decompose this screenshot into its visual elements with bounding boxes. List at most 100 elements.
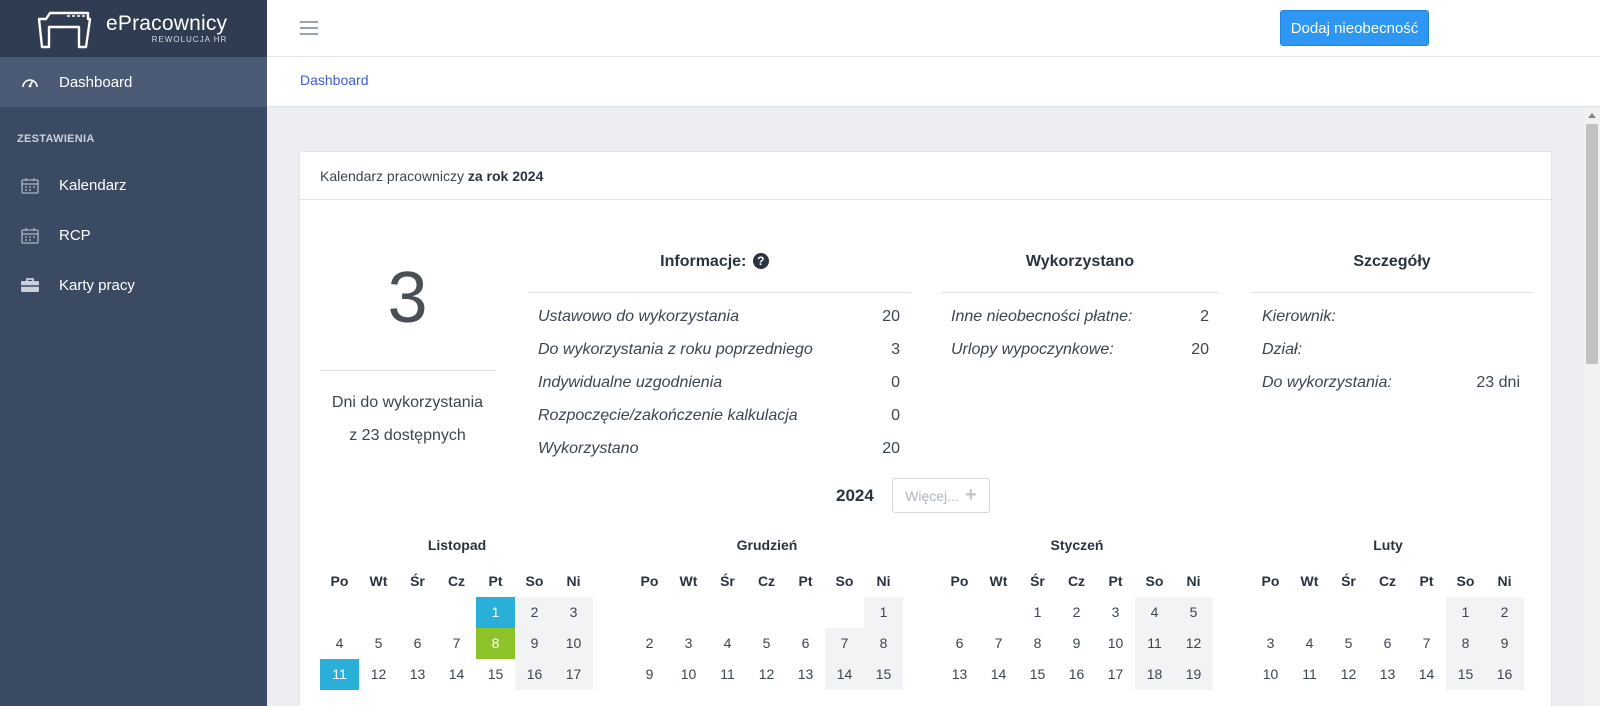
calendar-day[interactable]: 13 xyxy=(398,659,437,690)
sidebar: ePracownicy REWOLUCJA HR Dashboard ZESTA… xyxy=(0,0,267,706)
calendar-day[interactable]: 3 xyxy=(669,628,708,659)
calendar-day[interactable]: 11 xyxy=(708,659,747,690)
calendar-day[interactable]: 5 xyxy=(1174,597,1213,628)
calendar-day[interactable]: 5 xyxy=(359,628,398,659)
calendar-day[interactable]: 9 xyxy=(630,659,669,690)
divider xyxy=(528,292,911,293)
calendar-day[interactable]: 5 xyxy=(747,628,786,659)
weekday-header: Cz xyxy=(1378,573,1397,589)
calendar-day[interactable]: 9 xyxy=(515,628,554,659)
calendar-day[interactable]: 14 xyxy=(979,659,1018,690)
scrollbar-thumb[interactable] xyxy=(1586,124,1598,364)
brand[interactable]: ePracownicy REWOLUCJA HR xyxy=(0,0,267,57)
sidebar-item-karty-pracy[interactable]: Karty pracy xyxy=(0,260,267,310)
calendar-day[interactable]: 10 xyxy=(1251,659,1290,690)
calendar-day[interactable]: 2 xyxy=(1057,597,1096,628)
calendar-day[interactable]: 8 xyxy=(476,628,515,659)
calendar-day[interactable]: 15 xyxy=(1018,659,1057,690)
calendar-day[interactable]: 4 xyxy=(708,628,747,659)
calendar-day[interactable]: 7 xyxy=(437,628,476,659)
calendar-day[interactable]: 8 xyxy=(864,628,903,659)
info-label: Indywidualne uzgodnienia xyxy=(538,374,723,391)
weekday-header: Ni xyxy=(566,573,581,589)
calendar-empty-cell xyxy=(1368,597,1407,628)
calendar-day[interactable]: 2 xyxy=(1485,597,1524,628)
calendar-day[interactable]: 11 xyxy=(320,659,359,690)
calendar-day[interactable]: 7 xyxy=(825,628,864,659)
calendar-day[interactable]: 7 xyxy=(1407,628,1446,659)
calendar-day[interactable]: 15 xyxy=(476,659,515,690)
calendar-day[interactable]: 12 xyxy=(1174,628,1213,659)
calendar-day[interactable]: 17 xyxy=(1096,659,1135,690)
used-label: Inne nieobecności płatne: xyxy=(951,308,1133,325)
days-left-caption-line1: Dni do wykorzystania xyxy=(331,394,484,411)
calendar-day[interactable]: 4 xyxy=(1135,597,1174,628)
add-absence-button[interactable]: Dodaj nieobecność xyxy=(1280,10,1429,46)
menu-toggle-icon[interactable] xyxy=(300,21,318,35)
calendar-day[interactable]: 6 xyxy=(398,628,437,659)
calendar-day[interactable]: 12 xyxy=(747,659,786,690)
sidebar-item-dashboard[interactable]: Dashboard xyxy=(0,57,267,107)
weekday-header: Ni xyxy=(1497,573,1512,589)
calendar-day[interactable]: 2 xyxy=(515,597,554,628)
calendar-day[interactable]: 19 xyxy=(1174,659,1213,690)
breadcrumb-bar: Dashboard xyxy=(267,57,1600,107)
calendar-day[interactable]: 12 xyxy=(359,659,398,690)
calendar-day[interactable]: 9 xyxy=(1485,628,1524,659)
calendar-day[interactable]: 13 xyxy=(786,659,825,690)
month-name: Luty xyxy=(1373,537,1403,553)
calendar-day[interactable]: 8 xyxy=(1018,628,1057,659)
calendar-day[interactable]: 12 xyxy=(1329,659,1368,690)
calendar-day[interactable]: 10 xyxy=(1096,628,1135,659)
sidebar-section-title: ZESTAWIENIA xyxy=(17,133,95,145)
scrollbar[interactable] xyxy=(1584,107,1600,706)
calendar-day[interactable]: 14 xyxy=(825,659,864,690)
calendar-day[interactable]: 1 xyxy=(1446,597,1485,628)
brand-tagline: REWOLUCJA HR xyxy=(151,35,228,44)
calendar-day[interactable]: 14 xyxy=(437,659,476,690)
calendar-day[interactable]: 11 xyxy=(1135,628,1174,659)
calendar-day[interactable]: 13 xyxy=(940,659,979,690)
calendar-day[interactable]: 16 xyxy=(1485,659,1524,690)
calendar-day[interactable]: 10 xyxy=(554,628,593,659)
more-button[interactable]: Więcej... + xyxy=(891,478,990,513)
scroll-up-arrow-icon[interactable] xyxy=(1588,113,1596,118)
calendar-day[interactable]: 18 xyxy=(1135,659,1174,690)
sidebar-item-label: Dashboard xyxy=(59,73,133,91)
breadcrumb-dashboard[interactable]: Dashboard xyxy=(300,72,369,88)
calendar-day[interactable]: 10 xyxy=(669,659,708,690)
calendar-day[interactable]: 15 xyxy=(1446,659,1485,690)
calendar-day[interactable]: 8 xyxy=(1446,628,1485,659)
calendar-day[interactable]: 6 xyxy=(1368,628,1407,659)
calendar-day[interactable]: 4 xyxy=(320,628,359,659)
calendar-day[interactable]: 3 xyxy=(1096,597,1135,628)
sidebar-item-label: Kalendarz xyxy=(59,176,127,194)
calendar-day[interactable]: 16 xyxy=(515,659,554,690)
sidebar-item-label: RCP xyxy=(59,226,91,244)
calendar-day[interactable]: 17 xyxy=(554,659,593,690)
calendar-day[interactable]: 11 xyxy=(1290,659,1329,690)
calendar-day[interactable]: 6 xyxy=(940,628,979,659)
calendar-day[interactable]: 16 xyxy=(1057,659,1096,690)
sidebar-item-kalendarz[interactable]: Kalendarz xyxy=(0,160,267,210)
calendar-day[interactable]: 15 xyxy=(864,659,903,690)
calendar-day[interactable]: 3 xyxy=(554,597,593,628)
calendar-day[interactable]: 13 xyxy=(1368,659,1407,690)
calendar-day[interactable]: 4 xyxy=(1290,628,1329,659)
calendar-day[interactable]: 1 xyxy=(476,597,515,628)
help-icon[interactable]: ? xyxy=(752,253,769,269)
sidebar-item-rcp[interactable]: RCP xyxy=(0,210,267,260)
calendar-day[interactable]: 5 xyxy=(1329,628,1368,659)
calendar-day[interactable]: 7 xyxy=(979,628,1018,659)
year-selector: 2024 Więcej... + xyxy=(836,478,990,513)
calendar-day[interactable]: 1 xyxy=(864,597,903,628)
calendar-day[interactable]: 1 xyxy=(1018,597,1057,628)
calendar-day[interactable]: 14 xyxy=(1407,659,1446,690)
month-calendar: Grudzień Po Wt Śr Cz Pt So Ni 1 2 3 4 5 6 7 8 9 10 11 12 13… xyxy=(630,537,904,690)
weekday-header: Śr xyxy=(1030,573,1045,589)
calendar-day[interactable]: 6 xyxy=(786,628,825,659)
calendar-day[interactable]: 2 xyxy=(630,628,669,659)
calendar-day[interactable]: 9 xyxy=(1057,628,1096,659)
calendar-day[interactable]: 3 xyxy=(1251,628,1290,659)
info-row: Wykorzystano 20 xyxy=(538,440,900,458)
